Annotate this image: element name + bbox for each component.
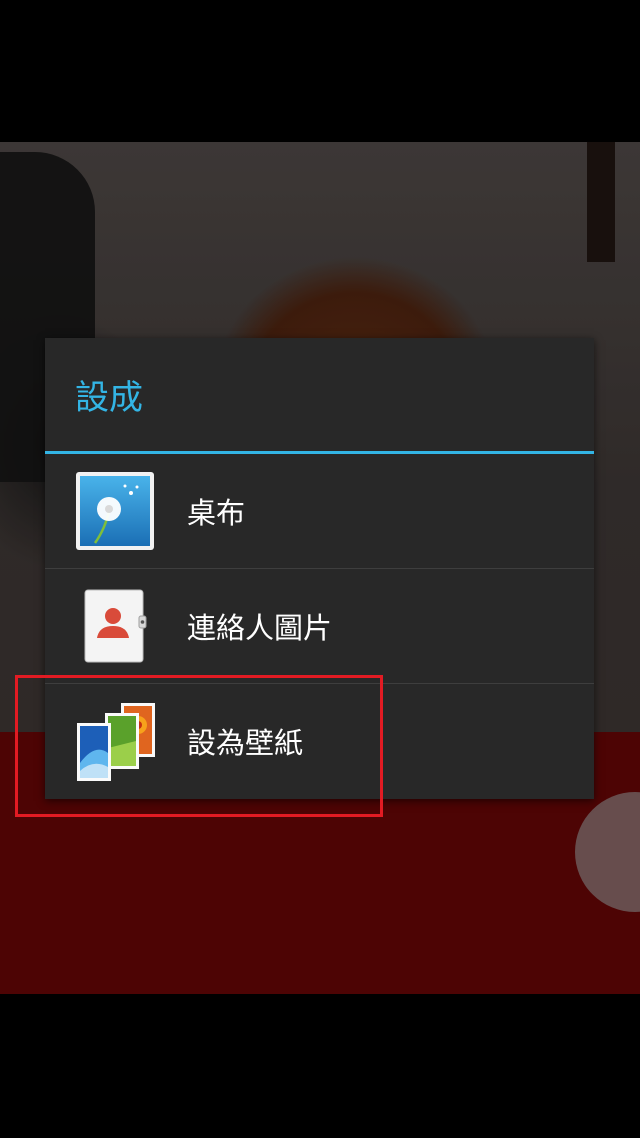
wallpaper-gallery-icon [75,701,155,781]
set-as-dialog: 設成 桌布 連絡人圖片 設為壁紙 [45,338,594,799]
option-label: 設為壁紙 [187,726,304,760]
dandelion-wallpaper-icon [75,471,155,551]
option-label: 連絡人圖片 [187,611,333,645]
option-set-as-wallpaper[interactable]: 設為壁紙 [45,683,594,798]
contact-photo-icon [75,586,155,666]
option-desktop-wallpaper[interactable]: 桌布 [45,454,594,568]
dialog-title: 設成 [75,378,143,418]
option-label: 桌布 [187,496,246,530]
option-contact-photo[interactable]: 連絡人圖片 [45,568,594,683]
